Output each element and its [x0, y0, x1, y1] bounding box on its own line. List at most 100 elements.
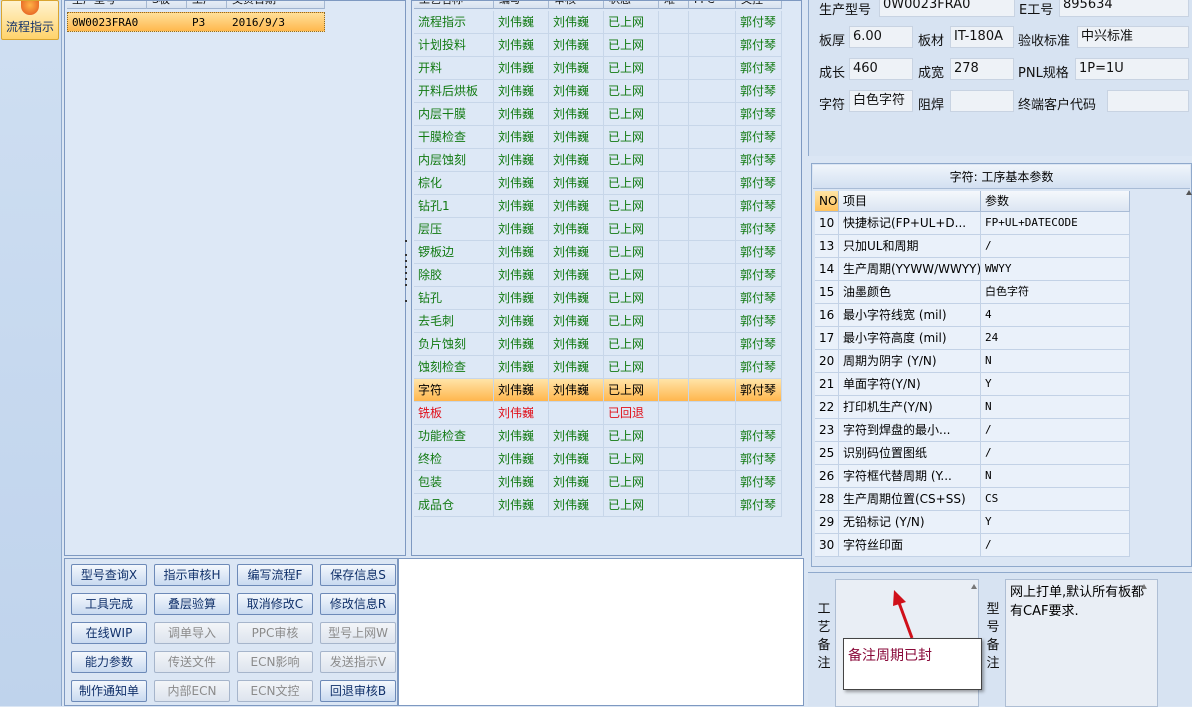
solder-field[interactable]: [950, 90, 1014, 112]
process-row[interactable]: 内层干膜 刘伟巍 刘伟巍 已上网 郭付琴: [414, 103, 782, 126]
process-row[interactable]: 蚀刻检查 刘伟巍 刘伟巍 已上网 郭付琴: [414, 356, 782, 379]
column-header-plant[interactable]: 工厂: [187, 1, 227, 9]
param-row[interactable]: 14 生产周期(YYWW/WWYY) WWYY: [815, 258, 1130, 281]
action-button[interactable]: 编写流程F: [237, 564, 313, 586]
action-button[interactable]: ECN影响: [237, 651, 313, 673]
action-button[interactable]: 在线WIP: [71, 622, 147, 644]
param-row[interactable]: 16 最小字符线宽 (mil) 4: [815, 304, 1130, 327]
param-row[interactable]: 30 字符丝印面 /: [815, 534, 1130, 557]
params-header-value[interactable]: 参数: [981, 191, 1130, 212]
action-button[interactable]: 传送文件: [154, 651, 230, 673]
action-button[interactable]: 型号上网W: [320, 622, 396, 644]
param-row[interactable]: 22 打印机生产(Y/N) N: [815, 396, 1130, 419]
process-row[interactable]: 内层蚀刻 刘伟巍 刘伟巍 已上网 郭付琴: [414, 149, 782, 172]
process-row[interactable]: 流程指示 刘伟巍 刘伟巍 已上网 郭付琴: [414, 11, 782, 34]
action-button[interactable]: 内部ECN: [154, 680, 230, 702]
process-row[interactable]: 开料后烘板 刘伟巍 刘伟巍 已上网 郭付琴: [414, 80, 782, 103]
process-reviewer: 刘伟巍: [549, 471, 604, 494]
action-button[interactable]: ECN文控: [237, 680, 313, 702]
flow-button-label: 流程指示: [5, 20, 54, 34]
process-row[interactable]: 铣板 刘伟巍 已回退: [414, 402, 782, 425]
action-button[interactable]: 调单导入: [154, 622, 230, 644]
column-header-status[interactable]: 状态: [604, 1, 659, 9]
width-field[interactable]: 278: [950, 58, 1014, 80]
param-row[interactable]: 13 只加UL和周期 /: [815, 235, 1130, 258]
param-row[interactable]: 28 生产周期位置(CS+SS) CS: [815, 488, 1130, 511]
process-writer: 刘伟巍: [494, 333, 549, 356]
standard-field[interactable]: 中兴标准: [1077, 26, 1189, 48]
action-button[interactable]: 制作通知单: [71, 680, 147, 702]
process-row[interactable]: 层压 刘伟巍 刘伟巍 已上网 郭付琴: [414, 218, 782, 241]
action-button[interactable]: PPC审核: [237, 622, 313, 644]
param-row[interactable]: 23 字符到焊盘的最小... /: [815, 419, 1130, 442]
char-field[interactable]: 白色字符: [849, 90, 913, 112]
column-header-s-board[interactable]: S板: [147, 1, 187, 9]
param-no: 17: [815, 327, 839, 350]
column-header-delivery-date[interactable]: 交货日期: [227, 1, 325, 9]
scroll-up-icon[interactable]: [1138, 581, 1150, 593]
column-header-process-name[interactable]: 工艺名称: [414, 1, 494, 9]
model-field[interactable]: 0W0023FRA0: [879, 0, 1015, 17]
process-name: 功能检查: [414, 425, 494, 448]
param-row[interactable]: 20 周期为阴字 (Y/N) N: [815, 350, 1130, 373]
action-button[interactable]: 型号查询X: [71, 564, 147, 586]
param-row[interactable]: 15 油墨颜色 白色字符: [815, 281, 1130, 304]
scrollbar-up-icon[interactable]: [1186, 188, 1192, 214]
column-header-writer[interactable]: 编写: [494, 1, 549, 9]
action-button[interactable]: 发送指示V: [320, 651, 396, 673]
eno-field[interactable]: 895634: [1059, 0, 1189, 17]
column-header-doc-control[interactable]: 文控: [736, 1, 782, 9]
column-header-difficulty[interactable]: 难: [659, 1, 689, 9]
param-row[interactable]: 26 字符框代替周期 (Y... N: [815, 465, 1130, 488]
action-button[interactable]: 叠层验算: [154, 593, 230, 615]
process-row[interactable]: 功能检查 刘伟巍 刘伟巍 已上网 郭付琴: [414, 425, 782, 448]
product-row[interactable]: 0W0023FRA0 P3 2016/9/3: [67, 12, 325, 32]
process-row[interactable]: 锣板边 刘伟巍 刘伟巍 已上网 郭付琴: [414, 241, 782, 264]
action-button[interactable]: 能力参数: [71, 651, 147, 673]
length-field[interactable]: 460: [849, 58, 913, 80]
column-header-model[interactable]: 生产型号: [67, 1, 147, 9]
column-header-reviewer[interactable]: 审核: [549, 1, 604, 9]
thickness-field[interactable]: 6.00: [849, 26, 913, 48]
process-row[interactable]: 棕化 刘伟巍 刘伟巍 已上网 郭付琴: [414, 172, 782, 195]
action-button[interactable]: 指示审核H: [154, 564, 230, 586]
process-row[interactable]: 成品仓 刘伟巍 刘伟巍 已上网 郭付琴: [414, 494, 782, 517]
param-item: 最小字符高度 (mil): [839, 327, 981, 350]
param-row[interactable]: 29 无铅标记 (Y/N) Y: [815, 511, 1130, 534]
process-row[interactable]: 字符 刘伟巍 刘伟巍 已上网 郭付琴: [414, 379, 782, 402]
action-button[interactable]: 修改信息R: [320, 593, 396, 615]
process-row[interactable]: 终检 刘伟巍 刘伟巍 已上网 郭付琴: [414, 448, 782, 471]
process-status: 已上网: [604, 241, 659, 264]
process-doc-control: 郭付琴: [736, 448, 782, 471]
params-header-no[interactable]: NO: [815, 191, 839, 212]
process-row[interactable]: 负片蚀刻 刘伟巍 刘伟巍 已上网 郭付琴: [414, 333, 782, 356]
params-header-item[interactable]: 项目: [839, 191, 981, 212]
action-button[interactable]: 保存信息S: [320, 564, 396, 586]
column-header-fpc[interactable]: FPC: [689, 1, 736, 9]
panel-splitter[interactable]: [403, 240, 409, 310]
process-row[interactable]: 包装 刘伟巍 刘伟巍 已上网 郭付琴: [414, 471, 782, 494]
model-remark-field[interactable]: 网上打单,默认所有板都有CAF要求.: [1005, 579, 1158, 707]
pnl-field[interactable]: 1P=1U: [1075, 58, 1189, 80]
process-row[interactable]: 计划投料 刘伟巍 刘伟巍 已上网 郭付琴: [414, 34, 782, 57]
process-row[interactable]: 除胶 刘伟巍 刘伟巍 已上网 郭付琴: [414, 264, 782, 287]
param-row[interactable]: 21 单面字符(Y/N) Y: [815, 373, 1130, 396]
process-name: 成品仓: [414, 494, 494, 517]
scroll-up-icon[interactable]: [968, 581, 980, 593]
material-field[interactable]: IT-180A: [950, 26, 1014, 48]
process-row[interactable]: 开料 刘伟巍 刘伟巍 已上网 郭付琴: [414, 57, 782, 80]
process-row[interactable]: 钻孔1 刘伟巍 刘伟巍 已上网 郭付琴: [414, 195, 782, 218]
flow-instruction-button[interactable]: 流程指示: [1, 0, 59, 40]
process-row[interactable]: 钻孔 刘伟巍 刘伟巍 已上网 郭付琴: [414, 287, 782, 310]
process-remark-label: 工艺备注: [817, 602, 831, 671]
action-button[interactable]: 工具完成: [71, 593, 147, 615]
process-fpc: [689, 80, 736, 103]
param-row[interactable]: 10 快捷标记(FP+UL+D... FP+UL+DATECODE: [815, 212, 1130, 235]
process-row[interactable]: 去毛刺 刘伟巍 刘伟巍 已上网 郭付琴: [414, 310, 782, 333]
customer-code-field[interactable]: [1107, 90, 1189, 112]
param-row[interactable]: 25 识别码位置图纸 /: [815, 442, 1130, 465]
process-row[interactable]: 干膜检查 刘伟巍 刘伟巍 已上网 郭付琴: [414, 126, 782, 149]
action-button[interactable]: 取消修改C: [237, 593, 313, 615]
action-button[interactable]: 回退审核B: [320, 680, 396, 702]
param-row[interactable]: 17 最小字符高度 (mil) 24: [815, 327, 1130, 350]
